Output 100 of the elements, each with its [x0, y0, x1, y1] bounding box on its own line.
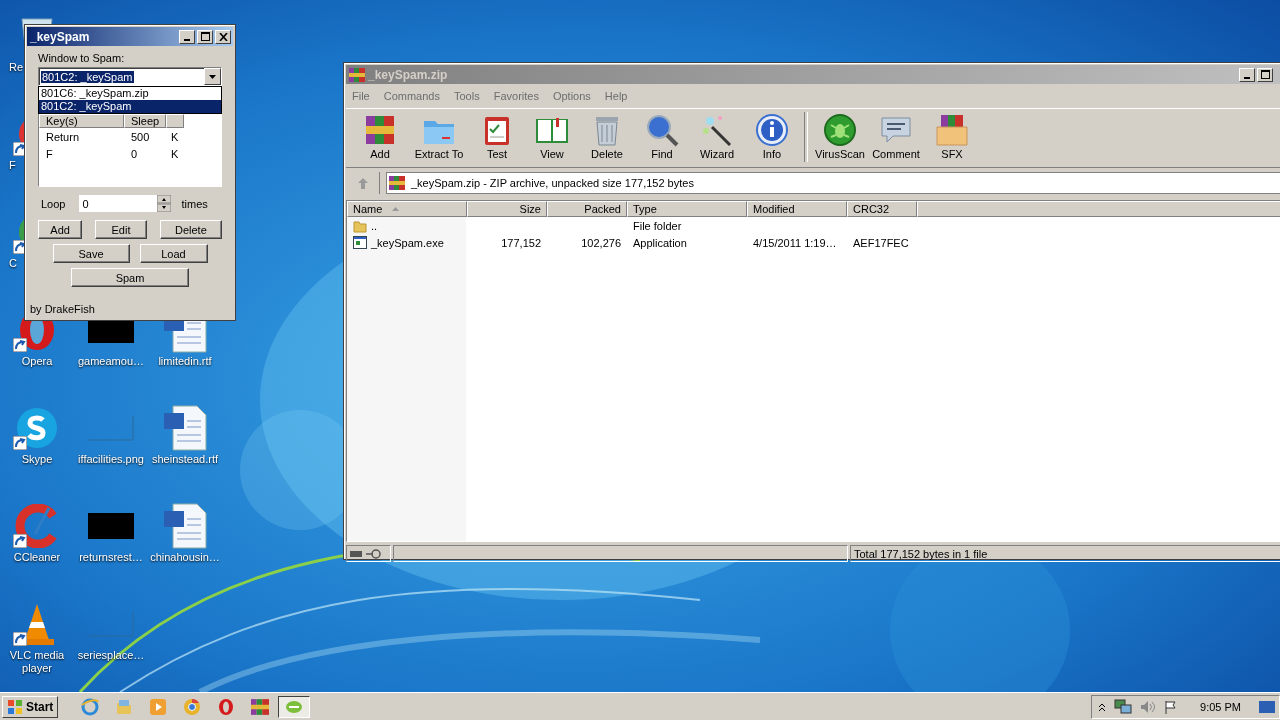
toolbar-button[interactable]: Info	[744, 109, 800, 160]
menu-item[interactable]: Commands	[383, 90, 440, 102]
box-icon	[935, 113, 969, 147]
chrome-icon	[183, 697, 202, 716]
action-button[interactable]: Load	[139, 244, 208, 263]
column-header[interactable]: Name	[347, 201, 467, 217]
icon-label[interactable]: F	[9, 159, 16, 172]
icon-label[interactable]: Opera	[21, 355, 53, 368]
thumbnail-icon	[88, 611, 134, 637]
icon-label[interactable]: chinahousin…	[150, 551, 220, 564]
icon-label[interactable]: VLC media player	[1, 649, 73, 675]
action-button[interactable]: Edit	[95, 220, 147, 239]
toolbar-button[interactable]: Wizard	[690, 109, 744, 160]
table-cell: Application	[633, 236, 687, 249]
loop-label: Loop	[41, 197, 66, 210]
network-icon[interactable]	[1114, 698, 1133, 715]
column-header[interactable]: CRC32	[847, 201, 917, 217]
toolbar-button[interactable]: Delete	[580, 109, 634, 160]
credit-text: by DrakeFish	[30, 303, 96, 315]
icon-label[interactable]: C	[9, 257, 17, 270]
column-header[interactable]: Key(s)	[39, 114, 124, 128]
chevron-up-icon[interactable]	[1098, 701, 1107, 712]
icon-label[interactable]: Skype	[21, 453, 53, 466]
archive-logo-icon	[389, 175, 405, 191]
windows-logo-icon	[7, 698, 23, 715]
dropdown-option[interactable]: 801C2: _keySpam	[39, 100, 221, 113]
taskbar-button[interactable]	[278, 695, 311, 718]
file-name[interactable]: _keySpam.exe	[371, 236, 444, 249]
close-button[interactable]	[215, 29, 231, 44]
spinner-arrows-icon[interactable]	[157, 195, 172, 212]
window-dropdown[interactable]: 801C2: _keySpam	[38, 67, 222, 86]
flag-icon[interactable]	[1164, 699, 1179, 714]
minimize-button[interactable]	[179, 29, 195, 44]
column-header[interactable]: Modified	[747, 201, 847, 217]
window-title: _keySpam	[30, 29, 91, 44]
field-label: Window to Spam:	[38, 52, 126, 64]
column-header[interactable]: Type	[627, 201, 747, 217]
action-button[interactable]: Add	[38, 220, 83, 239]
clock[interactable]: 9:05 PM	[1200, 700, 1241, 713]
document-icon	[163, 503, 207, 549]
table-cell-text: Return	[46, 130, 81, 143]
table-cell: AEF17FEC	[853, 236, 909, 249]
wand-icon	[700, 113, 734, 147]
toolbar-button[interactable]: SFX	[924, 109, 980, 160]
table-cell: File folder	[633, 219, 682, 232]
skype-icon	[15, 406, 59, 450]
menu-item[interactable]: Tools	[454, 90, 480, 102]
icon-label[interactable]: iffacilities.png	[78, 453, 144, 466]
maximize-button[interactable]	[1257, 67, 1273, 82]
toolbar-button[interactable]: Test	[470, 109, 524, 160]
table-cell: 177,152	[501, 236, 541, 249]
status-text: Total 177,152 bytes in 1 file	[850, 545, 1280, 562]
column-header[interactable]: Sleep	[124, 114, 166, 128]
minimize-icon	[184, 38, 190, 41]
menu-item[interactable]: Favorites	[493, 90, 539, 102]
table-cell: 102,276	[581, 236, 621, 249]
table-cell: 4/15/2011 1:19…	[753, 236, 837, 249]
minimize-button[interactable]	[1239, 67, 1255, 82]
icon-label[interactable]: limitedin.rtf	[158, 355, 212, 368]
browser-icon	[81, 697, 100, 716]
menu-item[interactable]: Options	[552, 90, 591, 102]
maximize-icon	[200, 32, 210, 41]
icon-label[interactable]: seriesplace…	[77, 649, 145, 662]
up-arrow-icon	[357, 177, 368, 189]
drive-key-icon	[350, 548, 382, 559]
icon-label[interactable]: returnsrest…	[79, 551, 143, 564]
thumbnail-icon	[88, 415, 134, 441]
media-player-icon	[149, 697, 168, 716]
toolbar-button[interactable]: Extract To	[408, 109, 470, 160]
table-cell-text: F	[46, 147, 54, 160]
table-cell-text: K	[171, 147, 180, 160]
maximize-icon	[1260, 70, 1270, 79]
icon-label[interactable]: Re	[9, 61, 24, 74]
action-button[interactable]: Save	[52, 244, 130, 263]
magnifier-icon	[645, 113, 679, 147]
toolbar-button[interactable]: Find	[634, 109, 690, 160]
column-header[interactable]: Packed	[547, 201, 627, 217]
toolbar-button[interactable]: Add	[352, 109, 408, 160]
program-icon	[353, 236, 367, 249]
path-field[interactable]: _keySpam.zip - ZIP archive, unpacked size 177,152 bytes	[386, 172, 1280, 194]
show-desktop-icon[interactable]	[1259, 700, 1275, 713]
icon-label[interactable]: sheinstead.rtf	[151, 453, 218, 466]
loop-field[interactable]: 0	[79, 195, 172, 212]
action-button[interactable]: Spam	[71, 268, 189, 287]
bug-icon	[823, 113, 857, 147]
toolbar-button[interactable]: VirusScan	[812, 109, 868, 160]
maximize-button[interactable]	[197, 29, 213, 44]
icon-label[interactable]: CCleaner	[13, 551, 61, 564]
books-icon	[363, 113, 397, 147]
table-cell-text: 0	[131, 147, 139, 160]
table-cell-text: 500	[131, 130, 151, 143]
file-name[interactable]: ..	[371, 219, 378, 232]
column-header[interactable]: Size	[467, 201, 547, 217]
ccleaner-icon	[15, 504, 59, 548]
toolbar-button[interactable]: View	[524, 109, 580, 160]
toolbar-button[interactable]: Comment	[868, 109, 924, 160]
icon-label[interactable]: gameamou…	[77, 355, 144, 368]
window-title: _keySpam.zip	[349, 66, 1237, 83]
action-button[interactable]: Delete	[159, 220, 222, 239]
start-button[interactable]: Start	[2, 695, 59, 718]
